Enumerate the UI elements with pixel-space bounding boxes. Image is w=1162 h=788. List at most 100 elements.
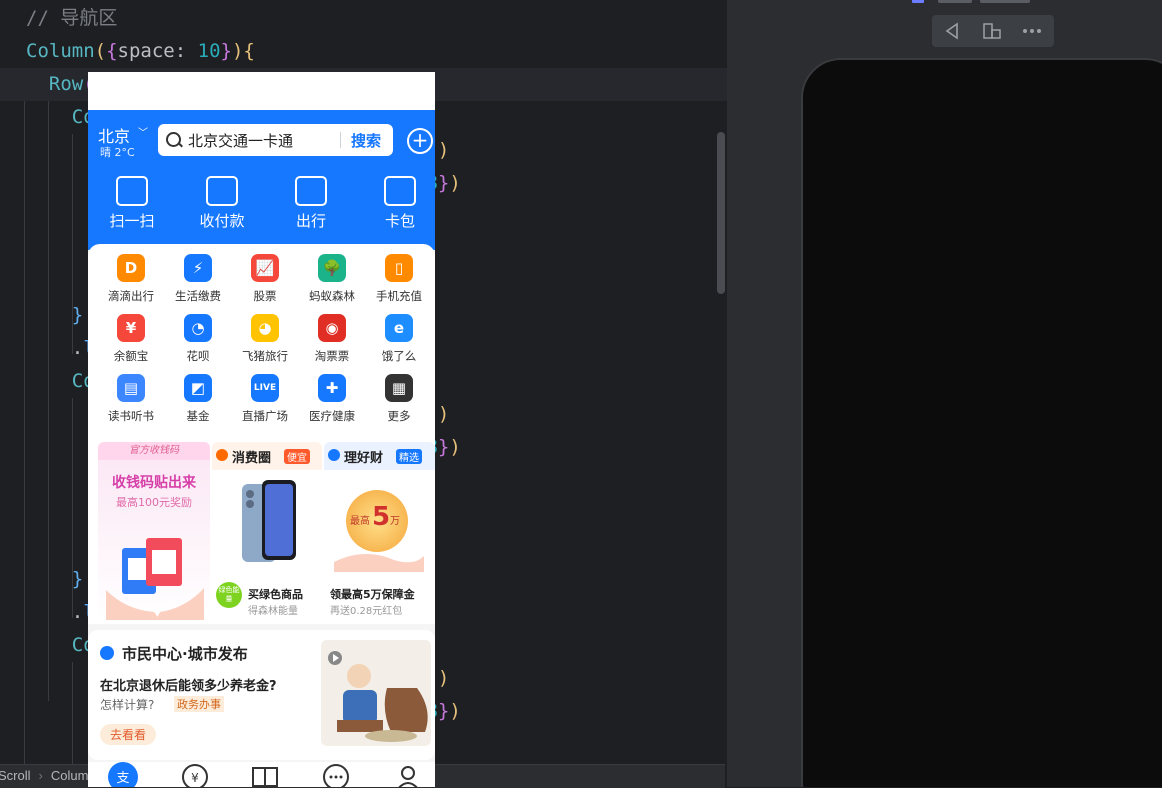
- service-item[interactable]: e 饿了么: [366, 314, 432, 364]
- service-label: 蚂蚁森林: [309, 289, 355, 303]
- quick-action-1[interactable]: 收付款: [187, 176, 257, 231]
- code-line[interactable]: }: [26, 563, 83, 596]
- service-item[interactable]: ¥ 余额宝: [98, 314, 164, 364]
- civic-cta-button[interactable]: 去看看: [100, 724, 157, 745]
- qr-code-illustration: [106, 538, 204, 620]
- travel-icon: [295, 176, 327, 206]
- quick-action-label: 卡包: [384, 212, 415, 230]
- service-label: 滴滴出行: [108, 289, 154, 303]
- message-icon[interactable]: [321, 762, 351, 787]
- civic-center-card[interactable]: 市民中心·城市发布 在北京退休后能领多少养老金? 怎样计算? 政务办事 去看看: [88, 630, 435, 760]
- elderly-illustration: [321, 640, 431, 746]
- editor-scrollbar[interactable]: [717, 132, 725, 294]
- service-item[interactable]: LIVE 直播广场: [232, 374, 298, 424]
- quick-action-0[interactable]: 扫一扫: [97, 176, 167, 231]
- search-button[interactable]: 搜索: [351, 130, 381, 151]
- money-icon[interactable]: ¥: [180, 762, 210, 787]
- service-item[interactable]: 🌳 蚂蚁森林: [299, 254, 365, 304]
- service-item[interactable]: ▦ 更多: [366, 374, 432, 424]
- service-icon: ◩: [184, 374, 212, 402]
- weather-text: 晴 2°C: [100, 146, 135, 159]
- breadcrumb-item[interactable]: Scroll: [0, 768, 31, 783]
- banner-badge: 精选: [396, 449, 422, 464]
- banner-item: 买绿色商品: [248, 588, 303, 601]
- service-icon: e: [385, 314, 413, 342]
- service-label: 基金: [186, 409, 210, 423]
- code-token: ): [437, 667, 450, 689]
- user-icon[interactable]: [393, 762, 423, 787]
- service-icon: LIVE: [251, 374, 279, 402]
- quick-action-3[interactable]: 卡包: [365, 176, 435, 231]
- back-icon[interactable]: [932, 15, 972, 47]
- search-divider: [340, 132, 341, 148]
- service-icon: 🌳: [318, 254, 346, 282]
- banner-wealth[interactable]: 理好财 精选 最高 5 万 领最高5万保障金 再送0.28元红包: [324, 442, 435, 620]
- book-icon[interactable]: [250, 762, 280, 787]
- service-item[interactable]: ◕ 飞猪旅行: [232, 314, 298, 364]
- service-item[interactable]: ◩ 基金: [165, 374, 231, 424]
- scan-icon: [116, 176, 148, 206]
- phone-frame: [801, 58, 1162, 787]
- wallet-icon: [384, 176, 416, 206]
- code-token: {: [106, 40, 118, 62]
- civic-subtitle: 怎样计算?: [100, 698, 155, 712]
- indent-guide: [24, 68, 25, 764]
- home-icon[interactable]: 支: [108, 762, 138, 787]
- amount-prefix: 最高: [350, 516, 370, 527]
- quick-action-2[interactable]: 出行: [276, 176, 346, 231]
- service-icon: ✚: [318, 374, 346, 402]
- rotate-device-icon[interactable]: [972, 15, 1012, 47]
- banner-badge: 便宜: [284, 449, 310, 464]
- service-label: 读书听书: [108, 409, 154, 423]
- service-label: 饿了么: [381, 349, 417, 363]
- code-line[interactable]: Column({space: 10}){: [26, 35, 255, 68]
- code-token: Row: [48, 73, 84, 95]
- service-label: 手机充值: [376, 289, 422, 303]
- phone-product-image: [242, 480, 296, 562]
- service-label: 淘票票: [314, 349, 350, 363]
- service-item[interactable]: 📈 股票: [232, 254, 298, 304]
- status-strip: [88, 72, 435, 110]
- code-line[interactable]: }: [26, 299, 83, 332]
- svg-text:¥: ¥: [191, 771, 199, 785]
- pay-icon: [206, 176, 238, 206]
- phone-screen: 北京 ﹀ 晴 2°C 北京交通一卡通 搜索 + 扫一扫 收付款 出行 卡包 D 滴滴出行…: [88, 72, 435, 787]
- service-item[interactable]: ⚡ 生活缴费: [165, 254, 231, 304]
- service-item[interactable]: ✚ 医疗健康: [299, 374, 365, 424]
- more-icon[interactable]: [1012, 15, 1052, 47]
- service-item[interactable]: ▤ 读书听书: [98, 374, 164, 424]
- service-item[interactable]: ◉ 淘票票: [299, 314, 365, 364]
- search-bar[interactable]: 北京交通一卡通 搜索: [158, 124, 393, 156]
- service-item[interactable]: ▯ 手机充值: [366, 254, 432, 304]
- code-line[interactable]: // 导航区: [26, 2, 117, 35]
- code-token: }: [437, 436, 450, 458]
- code-token: .: [26, 337, 84, 359]
- add-icon[interactable]: +: [407, 128, 433, 154]
- code-token: }: [437, 172, 450, 194]
- promo-banners: 官方收钱码 收钱码贴出来 最高100元奖励 消费圈 便宜 绿色能量 买绿色商品 …: [88, 434, 435, 624]
- code-token: }: [437, 700, 450, 722]
- svg-text:支: 支: [116, 771, 129, 786]
- service-item[interactable]: D 滴滴出行: [98, 254, 164, 304]
- preview-toolbar: [932, 15, 1054, 47]
- bottom-tab-bar: 支 ¥: [88, 762, 435, 787]
- code-token: (: [94, 40, 107, 62]
- code-token: ): [449, 436, 461, 458]
- service-icon: ▦: [385, 374, 413, 402]
- civic-tag: 政务办事: [174, 696, 224, 712]
- banner-consumption[interactable]: 消费圈 便宜 绿色能量 买绿色商品 得森林能量: [212, 442, 322, 620]
- banner-receive-code[interactable]: 官方收钱码 收钱码贴出来 最高100元奖励: [98, 442, 210, 620]
- wealth-icon: [328, 449, 340, 461]
- banner-item-sub: 得森林能量: [248, 606, 298, 617]
- code-token: {: [243, 40, 255, 62]
- service-item[interactable]: ◔ 花呗: [165, 314, 231, 364]
- service-icon: ▤: [117, 374, 145, 402]
- search-input[interactable]: 北京交通一卡通: [188, 130, 293, 151]
